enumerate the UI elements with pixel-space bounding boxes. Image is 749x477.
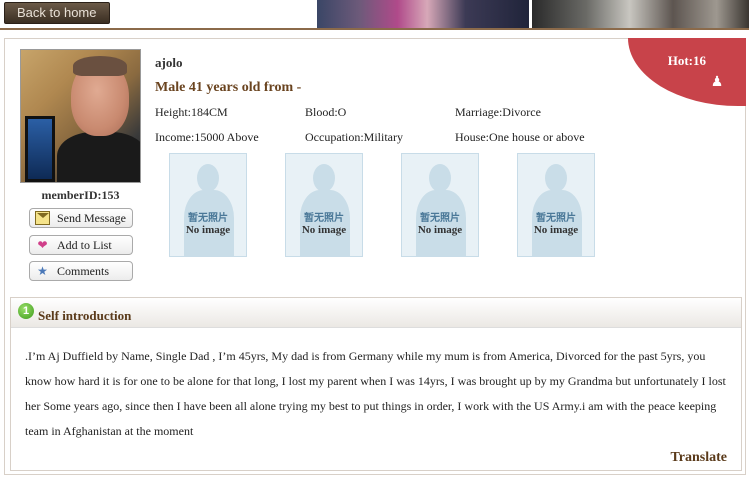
photo-thumbnail[interactable]: 暂无照片 No image — [285, 153, 363, 257]
avatar[interactable] — [20, 49, 141, 183]
info-number-icon: 1 — [18, 303, 34, 319]
add-to-list-button[interactable]: ❤ Add to List — [29, 235, 133, 255]
no-image-label: No image — [301, 224, 347, 236]
send-message-label: Send Message — [57, 211, 126, 225]
translate-link[interactable]: Translate — [670, 450, 727, 466]
comments-label: Comments — [57, 264, 110, 278]
hot-badge: Hot:16 ♟ — [628, 38, 746, 106]
no-image-label: No image — [185, 224, 231, 236]
income-info: Income:15000 Above — [155, 130, 259, 144]
section-header: 1 Self introduction — [11, 298, 741, 328]
no-image-cn-label: 暂无照片 — [304, 213, 344, 224]
no-image-label: No image — [533, 224, 579, 236]
blood-info: Blood:O — [305, 105, 347, 119]
height-info: Height:184CM — [155, 105, 228, 119]
envelope-icon — [35, 211, 50, 225]
section-title: Self introduction — [38, 308, 132, 323]
username: ajolo — [155, 55, 183, 70]
top-bar: Back to home — [0, 0, 749, 30]
profile-panel: Hot:16 ♟ memberID:153 Send Message ❤ Add… — [4, 38, 746, 475]
profile-headline: Male 41 years old from - — [155, 80, 302, 95]
photo-thumbnail[interactable]: 暂无照片 No image — [517, 153, 595, 257]
occupation-info: Occupation:Military — [305, 130, 403, 144]
no-image-cn-label: 暂无照片 — [188, 213, 228, 224]
no-image-cn-label: 暂无照片 — [420, 213, 460, 224]
marriage-info: Marriage:Divorce — [455, 105, 541, 119]
banner-photo[interactable] — [532, 0, 749, 28]
self-introduction-text: .I’m Aj Duffield by Name, Single Dad , I… — [25, 349, 726, 438]
self-introduction-section: 1 Self introduction .I’m Aj Duffield by … — [10, 297, 742, 471]
comments-button[interactable]: ★ Comments — [29, 261, 133, 281]
back-to-home-button[interactable]: Back to home — [4, 2, 110, 24]
photo-thumbnail[interactable]: 暂无照片 No image — [401, 153, 479, 257]
banner-photo[interactable] — [317, 0, 529, 28]
heart-plus-icon: ❤ — [37, 238, 48, 252]
star-icon: ★ — [37, 264, 48, 278]
photo-thumbnail[interactable]: 暂无照片 No image — [169, 153, 247, 257]
person-badge-icon[interactable]: ♟ — [708, 74, 726, 92]
house-info: House:One house or above — [455, 130, 585, 144]
hot-count: Hot:16 — [667, 53, 706, 68]
no-image-label: No image — [417, 224, 463, 236]
no-image-cn-label: 暂无照片 — [536, 213, 576, 224]
add-to-list-label: Add to List — [57, 238, 112, 252]
member-id: memberID:153 — [41, 188, 120, 202]
send-message-button[interactable]: Send Message — [29, 208, 133, 228]
